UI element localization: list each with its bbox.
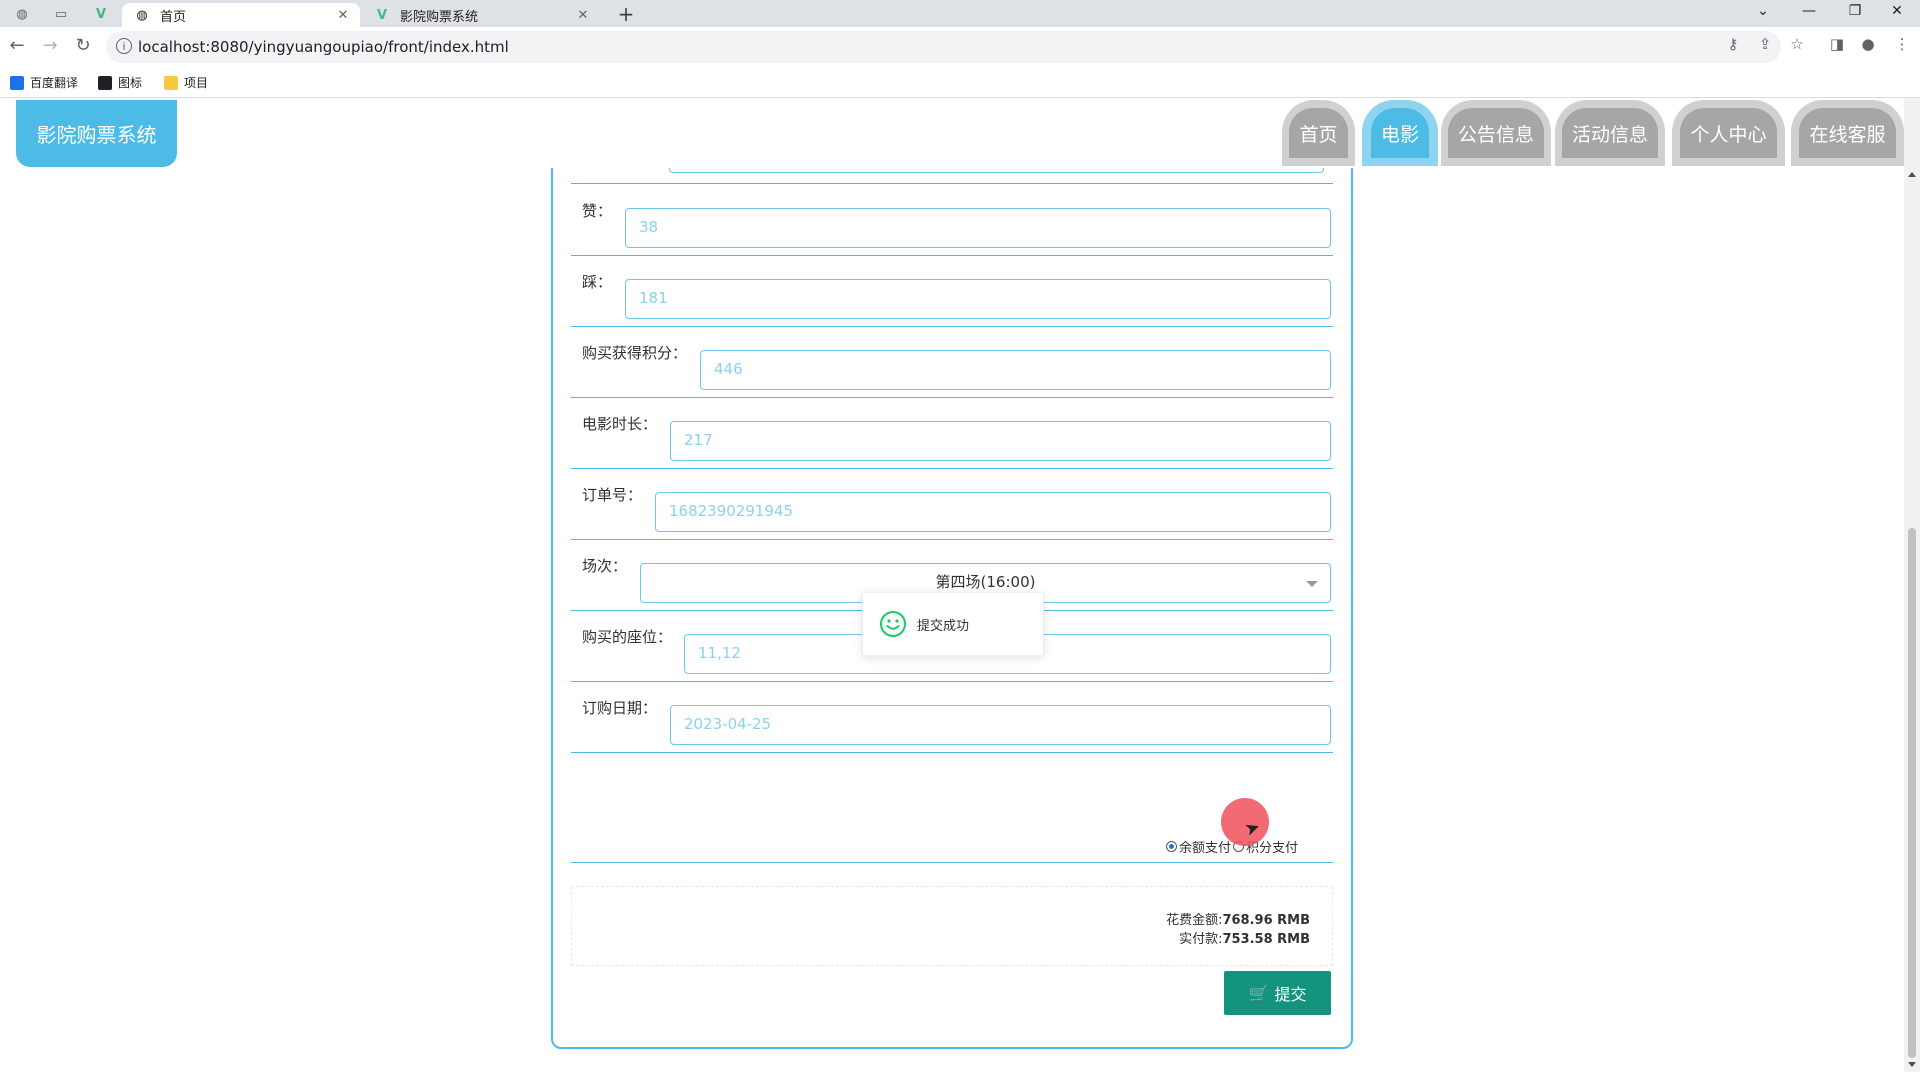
pinned-tab-globe-icon[interactable]: ◍ <box>8 3 36 25</box>
dislikes-input[interactable]: 181 <box>625 279 1331 319</box>
address-toolbar: ← → ↻ i localhost:8080/yingyuangoupiao/f… <box>0 27 1920 67</box>
balance-pay-radio[interactable] <box>1166 841 1177 852</box>
nav-label: 个人中心 <box>1680 108 1777 158</box>
nav-announcements[interactable]: 公告信息 <box>1441 100 1551 166</box>
nav-movies[interactable]: 电影 <box>1362 100 1438 166</box>
dislikes-label: 踩： <box>582 273 613 291</box>
order-date-input[interactable]: 2023-04-25 <box>670 705 1331 745</box>
back-arrow-icon[interactable]: ← <box>6 35 28 57</box>
order-date-label: 订购日期： <box>582 699 658 717</box>
site-logo[interactable]: 影院购票系统 <box>16 100 177 167</box>
nav-label: 活动信息 <box>1561 108 1658 158</box>
balance-pay-label[interactable]: 余额支付 <box>1179 837 1231 856</box>
nav-label: 公告信息 <box>1447 108 1544 158</box>
nav-label: 首页 <box>1289 108 1348 158</box>
new-tab-button[interactable]: + <box>614 2 638 26</box>
clipped-input[interactable] <box>669 168 1324 173</box>
forward-arrow-icon[interactable]: → <box>39 35 61 57</box>
restore-button[interactable]: ❐ <box>1832 0 1878 24</box>
side-panel-icon[interactable]: ◨ <box>1827 35 1847 55</box>
duration-input[interactable]: 217 <box>670 421 1331 461</box>
bookmark-label: 图标 <box>118 76 143 90</box>
share-icon[interactable]: ⇪ <box>1755 35 1775 55</box>
nav-personal-center[interactable]: 个人中心 <box>1672 100 1785 166</box>
likes-input[interactable]: 38 <box>625 208 1331 248</box>
scroll-down-icon[interactable] <box>1908 1062 1916 1067</box>
translate-icon <box>10 75 24 90</box>
form-row-likes: 赞： 38 <box>571 192 1333 256</box>
tab-search-icon[interactable]: ⌄ <box>1740 0 1786 24</box>
info-icon[interactable]: i <box>116 38 132 54</box>
nav-online-service[interactable]: 在线客服 <box>1791 100 1904 166</box>
scroll-up-icon[interactable] <box>1908 172 1916 177</box>
minimize-button[interactable]: — <box>1786 0 1832 24</box>
nav-activities[interactable]: 活动信息 <box>1555 100 1665 166</box>
address-bar[interactable]: i localhost:8080/yingyuangoupiao/front/i… <box>106 31 1781 63</box>
reload-icon[interactable]: ↻ <box>72 35 94 57</box>
paid-line: 实付款:753.58 RMB <box>1179 928 1310 947</box>
pinned-tab-vue-icon[interactable]: V <box>87 3 115 25</box>
submit-label: 提交 <box>1274 985 1307 1004</box>
cost-label: 花费金额: <box>1166 913 1223 928</box>
form-row-order-no: 订单号： 1682390291945 <box>571 476 1333 540</box>
chevron-down-icon <box>1306 581 1318 587</box>
close-icon[interactable]: ✕ <box>334 8 352 23</box>
cart-icon: 🛒 <box>1248 983 1269 1003</box>
likes-label: 赞： <box>582 202 613 220</box>
browser-tab-cinema[interactable]: V 影院购票系统 ✕ <box>362 3 600 27</box>
seats-label: 购买的座位： <box>582 628 673 646</box>
profile-icon[interactable]: ● <box>1858 35 1878 55</box>
pinned-tab-blank-icon[interactable]: ▭ <box>47 3 75 25</box>
folder-icon <box>164 75 178 90</box>
key-icon[interactable]: ⚷ <box>1723 35 1743 55</box>
points-label: 购买获得积分： <box>582 344 688 362</box>
smile-icon <box>880 611 906 637</box>
form-row-order-date: 订购日期： 2023-04-25 <box>571 689 1333 753</box>
toast-message: 提交成功 <box>917 618 970 634</box>
row-divider <box>571 862 1333 863</box>
close-window-button[interactable]: ✕ <box>1874 0 1920 24</box>
paid-value: 753.58 RMB <box>1222 932 1310 947</box>
order-no-input[interactable]: 1682390291945 <box>655 492 1331 532</box>
bookmark-baidu-translate[interactable]: 百度翻译 <box>10 74 78 91</box>
scrollbar-thumb[interactable] <box>1908 528 1916 1058</box>
browser-tab-bar: ◍ ▭ V ◍ 首页 ✕ V 影院购票系统 ✕ + ⌄ — ❐ ✕ <box>0 0 1920 27</box>
bookmark-icons[interactable]: 图标 <box>98 74 142 91</box>
submit-button[interactable]: 🛒 提交 <box>1224 971 1331 1015</box>
nav-label: 在线客服 <box>1799 108 1896 158</box>
order-no-label: 订单号： <box>582 486 643 504</box>
session-value: 第四场(16:00) <box>935 573 1036 591</box>
bookmarks-bar: 百度翻译 图标 项目 <box>0 67 1920 98</box>
session-label: 场次： <box>582 557 628 575</box>
tab-label: 首页 <box>160 9 187 25</box>
cost-value: 768.96 RMB <box>1222 913 1310 928</box>
close-icon[interactable]: ✕ <box>574 8 592 23</box>
duration-label: 电影时长： <box>582 415 658 433</box>
nav-home[interactable]: 首页 <box>1282 100 1355 166</box>
bookmark-label: 项目 <box>184 76 209 90</box>
star-icon[interactable]: ☆ <box>1787 35 1807 55</box>
bookmark-project[interactable]: 项目 <box>164 74 208 91</box>
image-icon <box>98 75 112 90</box>
payment-summary: 花费金额:768.96 RMB 实付款:753.58 RMB <box>571 886 1333 966</box>
nav-label: 电影 <box>1370 108 1429 158</box>
form-row-duration: 电影时长： 217 <box>571 405 1333 469</box>
form-row-points: 购买获得积分： 446 <box>571 334 1333 398</box>
vue-icon: V <box>376 7 388 23</box>
globe-icon: ◍ <box>136 7 148 23</box>
bookmark-label: 百度翻译 <box>30 76 79 90</box>
success-toast: 提交成功 <box>862 592 1044 656</box>
paid-label: 实付款: <box>1179 932 1223 947</box>
form-row-dislikes: 踩： 181 <box>571 263 1333 327</box>
url-text: localhost:8080/yingyuangoupiao/front/ind… <box>138 38 509 56</box>
menu-icon[interactable]: ⋮ <box>1892 35 1912 55</box>
row-divider <box>571 183 1333 184</box>
tab-label: 影院购票系统 <box>400 9 479 25</box>
logo-text: 影院购票系统 <box>36 123 157 147</box>
points-input[interactable]: 446 <box>700 350 1331 390</box>
browser-tab-home[interactable]: ◍ 首页 ✕ <box>122 3 360 27</box>
cost-line: 花费金额:768.96 RMB <box>1166 909 1310 928</box>
